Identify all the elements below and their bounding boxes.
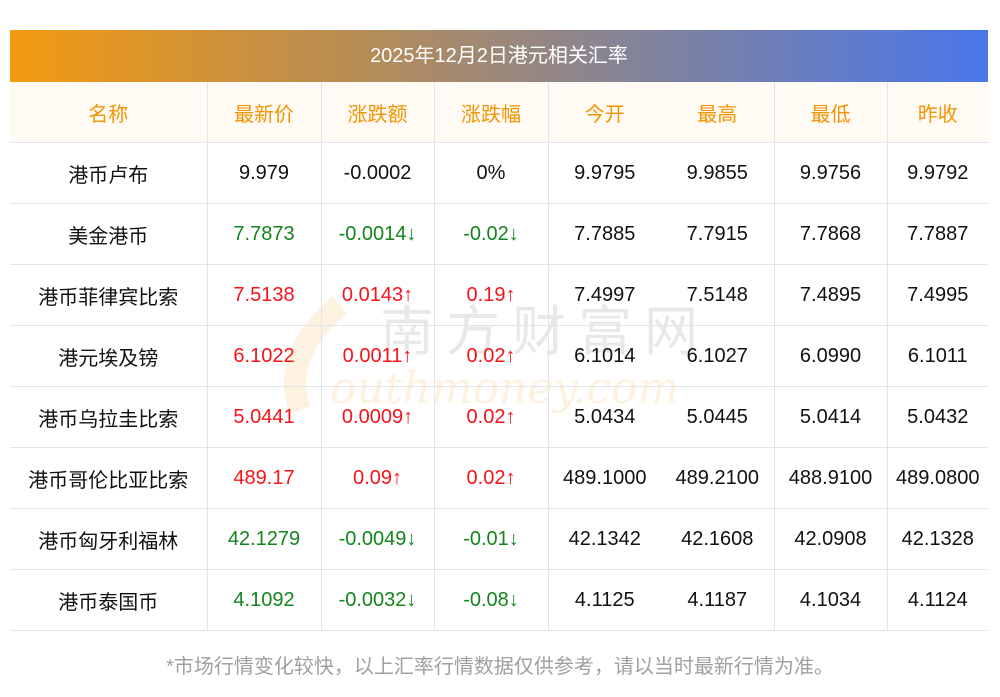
high-price: 5.0445 [661, 386, 775, 448]
disclaimer-note: *市场行情变化较快，以上汇率行情数据仅供参考，请以当时最新行情为准。 [166, 656, 834, 678]
latest-price: 5.0441 [207, 386, 322, 448]
header-open: 今开 [548, 82, 661, 143]
open-price: 7.4997 [548, 264, 661, 326]
currency-pair-name: 港币哥伦比亚比索 [10, 447, 208, 509]
open-price: 42.1342 [548, 508, 661, 570]
table-row: 港币泰国币 4.1092 -0.0032↓ -0.08↓ 4.1125 4.1187 4.1… [10, 569, 988, 631]
change-amount: 0.0011↑ [321, 325, 435, 387]
open-price: 5.0434 [548, 386, 661, 448]
currency-pair-name: 港币卢布 [10, 142, 208, 204]
table-row: 港币菲律宾比索 7.5138 0.0143↑ 0.19↑ 7.4997 7.5148 7.4… [10, 264, 988, 326]
table-title: 2025年12月2日港元相关汇率 [10, 30, 988, 82]
table-row: 港币乌拉圭比索 5.0441 0.0009↑ 0.02↑ 5.0434 5.0445 5.0… [10, 386, 988, 448]
change-percent: 0% [434, 142, 549, 204]
header-latest: 最新价 [207, 82, 322, 143]
currency-pair-name: 港币匈牙利福林 [10, 508, 208, 570]
high-price: 42.1608 [661, 508, 775, 570]
low-price: 4.1034 [774, 569, 888, 631]
header-name: 名称 [10, 82, 208, 143]
currency-pair-name: 港币菲律宾比索 [10, 264, 208, 326]
prev-close: 4.1124 [887, 569, 988, 631]
currency-pair-name: 美金港币 [10, 203, 208, 265]
open-price: 7.7885 [548, 203, 661, 265]
change-percent: 0.19↑ [434, 264, 549, 326]
low-price: 488.9100 [774, 447, 888, 509]
latest-price: 7.5138 [207, 264, 322, 326]
latest-price: 489.17 [207, 447, 322, 509]
latest-price: 9.979 [207, 142, 322, 204]
change-amount: -0.0002 [321, 142, 435, 204]
high-price: 4.1187 [661, 569, 775, 631]
change-percent: -0.02↓ [434, 203, 549, 265]
table-row: 港币哥伦比亚比索 489.17 0.09↑ 0.02↑ 489.1000 489.2100… [10, 447, 988, 509]
table-header-row: 名称 最新价 涨跌额 涨跌幅 今开 最高 最低 昨收 [10, 82, 988, 143]
change-amount: -0.0049↓ [321, 508, 435, 570]
currency-pair-name: 港元埃及镑 [10, 325, 208, 387]
low-price: 9.9756 [774, 142, 888, 204]
prev-close: 42.1328 [887, 508, 988, 570]
change-percent: 0.02↑ [434, 386, 549, 448]
table-row: 港元埃及镑 6.1022 0.0011↑ 0.02↑ 6.1014 6.1027 6.099… [10, 325, 988, 387]
header-change-pct: 涨跌幅 [434, 82, 549, 143]
high-price: 6.1027 [661, 325, 775, 387]
exchange-rate-table-card: 2025年12月2日港元相关汇率 名称 最新价 涨跌额 涨跌幅 今开 最高 最低… [10, 30, 988, 631]
high-price: 7.5148 [661, 264, 775, 326]
low-price: 42.0908 [774, 508, 888, 570]
prev-close: 5.0432 [887, 386, 988, 448]
header-change: 涨跌额 [321, 82, 435, 143]
open-price: 9.9795 [548, 142, 661, 204]
change-amount: -0.0032↓ [321, 569, 435, 631]
currency-pair-name: 港币乌拉圭比索 [10, 386, 208, 448]
prev-close: 6.1011 [887, 325, 988, 387]
prev-close: 7.4995 [887, 264, 988, 326]
change-amount: 0.0009↑ [321, 386, 435, 448]
table-row: 港币卢布 9.979 -0.0002 0% 9.9795 9.9855 9.9756 9.97… [10, 142, 988, 204]
header-prev-close: 昨收 [887, 82, 988, 143]
change-percent: -0.08↓ [434, 569, 549, 631]
high-price: 489.2100 [661, 447, 775, 509]
currency-pair-name: 港币泰国币 [10, 569, 208, 631]
high-price: 9.9855 [661, 142, 775, 204]
open-price: 4.1125 [548, 569, 661, 631]
prev-close: 9.9792 [887, 142, 988, 204]
header-high: 最高 [661, 82, 775, 143]
table-row: 美金港币 7.7873 -0.0014↓ -0.02↓ 7.7885 7.7915 7.78… [10, 203, 988, 265]
latest-price: 4.1092 [207, 569, 322, 631]
low-price: 6.0990 [774, 325, 888, 387]
change-amount: 0.09↑ [321, 447, 435, 509]
high-price: 7.7915 [661, 203, 775, 265]
header-low: 最低 [774, 82, 888, 143]
change-percent: 0.02↑ [434, 447, 549, 509]
change-amount: 0.0143↑ [321, 264, 435, 326]
change-amount: -0.0014↓ [321, 203, 435, 265]
change-percent: 0.02↑ [434, 325, 549, 387]
prev-close: 489.0800 [887, 447, 988, 509]
open-price: 6.1014 [548, 325, 661, 387]
low-price: 5.0414 [774, 386, 888, 448]
prev-close: 7.7887 [887, 203, 988, 265]
latest-price: 42.1279 [207, 508, 322, 570]
low-price: 7.7868 [774, 203, 888, 265]
table-row: 港币匈牙利福林 42.1279 -0.0049↓ -0.01↓ 42.1342 42.16… [10, 508, 988, 570]
open-price: 489.1000 [548, 447, 661, 509]
low-price: 7.4895 [774, 264, 888, 326]
change-percent: -0.01↓ [434, 508, 549, 570]
exchange-rate-table: 名称 最新价 涨跌额 涨跌幅 今开 最高 最低 昨收 港币卢布 9.979 -0.0… [10, 82, 988, 631]
latest-price: 6.1022 [207, 325, 322, 387]
latest-price: 7.7873 [207, 203, 322, 265]
